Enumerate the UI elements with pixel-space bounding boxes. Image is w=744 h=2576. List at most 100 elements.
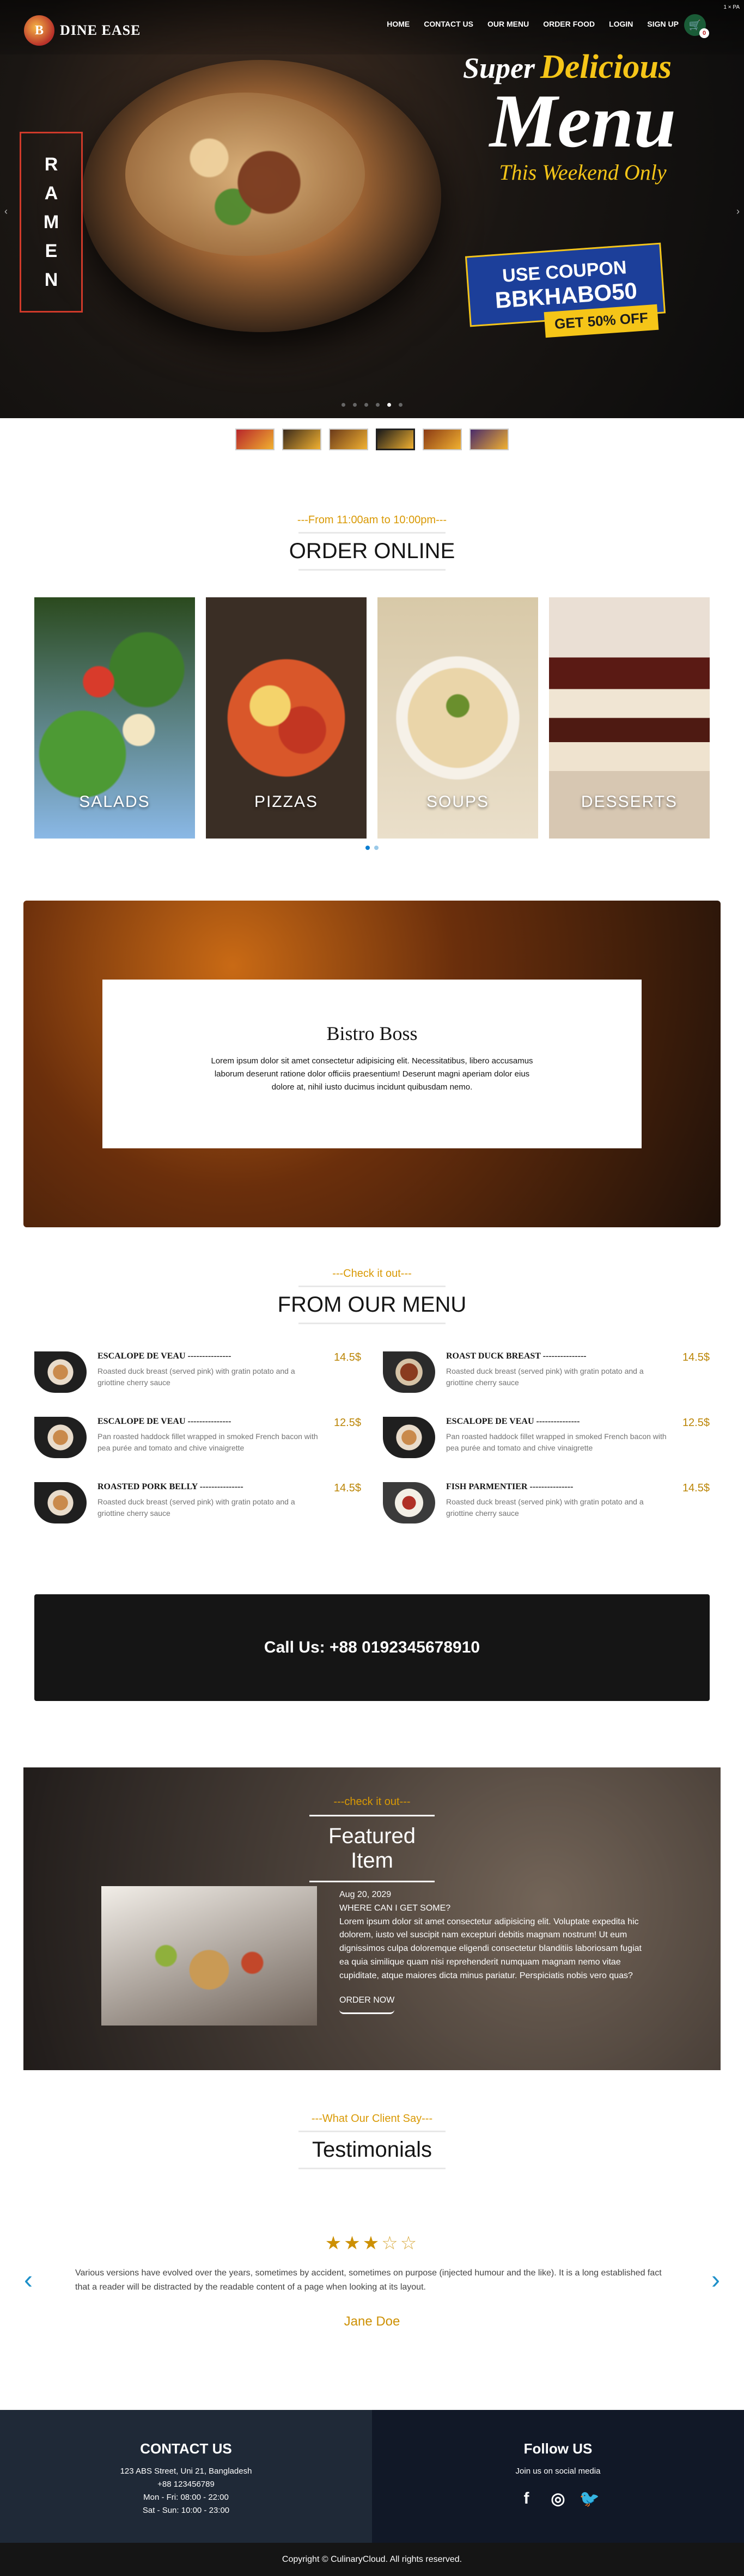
- featured-text: Aug 20, 2029 WHERE CAN I GET SOME? Lorem…: [339, 1888, 644, 2015]
- hero-thumbnail[interactable]: [376, 429, 415, 450]
- nav-link-login[interactable]: LOGIN: [609, 20, 633, 28]
- category-label: DESSERTS: [581, 793, 678, 811]
- testimonial-next-icon[interactable]: ›: [711, 2265, 720, 2295]
- menu-item[interactable]: ESCALOPE DE VEAU --------------- Pan roas…: [34, 1417, 361, 1460]
- menu-item[interactable]: FISH PARMENTIER --------------- Roasted d…: [383, 1482, 710, 1526]
- menu-item-body: ROASTED PORK BELLY --------------- Roaste…: [97, 1482, 323, 1526]
- star-empty-icon: ☆: [381, 2233, 400, 2254]
- testimonial-prev-icon[interactable]: ‹: [24, 2265, 33, 2295]
- menu-item-body: ESCALOPE DE VEAU --------------- Roasted …: [97, 1351, 323, 1395]
- testimonial-text: Various versions have evolved over the y…: [75, 2268, 662, 2292]
- footer-contact-title: CONTACT US: [140, 2440, 232, 2457]
- menu-item-name: ROAST DUCK BREAST ---------------: [446, 1351, 587, 1361]
- order-now-button[interactable]: ORDER NOW: [339, 1994, 395, 2015]
- social-links: f ◎ 🐦: [372, 2488, 744, 2510]
- divider: [298, 2168, 446, 2169]
- menu-item-image: [383, 1482, 435, 1523]
- menu-item[interactable]: ROASTED PORK BELLY --------------- Roaste…: [34, 1482, 361, 1526]
- hero-prev-icon[interactable]: ‹: [4, 206, 8, 217]
- menu-item-description: Roasted duck breast (served pink) with g…: [446, 1367, 644, 1387]
- carousel-dot[interactable]: [374, 846, 379, 850]
- hero-thumbnails: [0, 429, 744, 450]
- divider: [298, 2131, 446, 2132]
- footer-contact-lines: 123 ABS Street, Uni 21, Bangladesh +88 12…: [0, 2465, 372, 2517]
- divider: [298, 1286, 446, 1287]
- call-us-banner[interactable]: Call Us: +88 0192345678910: [34, 1594, 710, 1701]
- carousel-dot[interactable]: [365, 846, 370, 850]
- star-filled-icon: ★: [362, 2233, 382, 2254]
- testimonials-title: Testimonials: [312, 2138, 432, 2162]
- instagram-icon[interactable]: ◎: [547, 2488, 569, 2510]
- menu-item-price: 14.5$: [682, 1482, 710, 1494]
- menu-heading: ---Check it out--- FROM OUR MENU: [0, 1268, 744, 1330]
- featured-image: [101, 1886, 317, 2026]
- hero-next-icon[interactable]: ›: [736, 206, 740, 217]
- category-card-soups[interactable]: SOUPS: [377, 597, 538, 839]
- category-card-pizzas[interactable]: PIZZAS: [206, 597, 367, 839]
- divider: [298, 569, 446, 571]
- nav-link-contact-us[interactable]: CONTACT US: [424, 20, 473, 28]
- menu-list: ESCALOPE DE VEAU --------------- Roasted …: [34, 1351, 710, 1526]
- footer-contact-line: Mon - Fri: 08:00 - 22:00: [143, 2493, 229, 2502]
- brand[interactable]: B DINE EASE: [24, 15, 141, 46]
- footer-follow-title: Follow US: [523, 2440, 593, 2457]
- promo-weekend: This Weekend Only: [499, 160, 667, 185]
- order-online-subtitle: ---From 11:00am to 10:00pm---: [297, 514, 447, 526]
- hero-thumbnail[interactable]: [235, 429, 275, 450]
- cart-count: 0: [699, 28, 709, 38]
- menu-item-price: 12.5$: [682, 1417, 710, 1429]
- menu-item-image: [34, 1417, 87, 1458]
- menu-item-price: 14.5$: [333, 1351, 361, 1363]
- order-online-heading: ---From 11:00am to 10:00pm--- ORDER ONLI…: [0, 514, 744, 576]
- facebook-icon[interactable]: f: [516, 2488, 538, 2510]
- menu-item-image: [34, 1351, 87, 1393]
- hero-dot[interactable]: [341, 403, 345, 407]
- hero-dot[interactable]: [387, 403, 391, 407]
- category-card-desserts[interactable]: DESSERTS: [549, 597, 710, 839]
- star-empty-icon: ☆: [400, 2233, 419, 2254]
- twitter-icon[interactable]: 🐦: [579, 2488, 601, 2510]
- menu-item-name: ESCALOPE DE VEAU ---------------: [97, 1417, 231, 1426]
- nav-link-our-menu[interactable]: OUR MENU: [487, 20, 529, 28]
- hero-thumbnail[interactable]: [282, 429, 321, 450]
- menu-item-description: Roasted duck breast (served pink) with g…: [97, 1367, 295, 1387]
- hero-dots: [0, 403, 744, 407]
- promo-text: Super Delicious Menu This Weekend Only: [463, 48, 703, 185]
- category-carousel: SALADS PIZZAS SOUPS DESSERTS: [34, 597, 710, 839]
- ramen-toppings-image: [125, 93, 365, 256]
- hero-dot[interactable]: [399, 403, 403, 407]
- category-label: SOUPS: [426, 793, 490, 811]
- menu-item[interactable]: ESCALOPE DE VEAU --------------- Roasted …: [34, 1351, 361, 1395]
- menu-item[interactable]: ROAST DUCK BREAST --------------- Roasted…: [383, 1351, 710, 1395]
- hero-dot[interactable]: [353, 403, 357, 407]
- featured-heading: ---check it out--- Featured Item: [23, 1796, 721, 1882]
- nav-link-home[interactable]: HOME: [387, 20, 410, 28]
- star-filled-icon: ★: [344, 2233, 363, 2254]
- featured-subtitle: ---check it out---: [333, 1796, 411, 1808]
- nav-link-order-food[interactable]: ORDER FOOD: [543, 20, 595, 28]
- menu-item-body: ESCALOPE DE VEAU --------------- Pan roas…: [446, 1417, 672, 1460]
- hero-thumbnail[interactable]: [469, 429, 509, 450]
- menu-item-price: 12.5$: [333, 1417, 361, 1429]
- hero-dot[interactable]: [364, 403, 368, 407]
- hero-dot[interactable]: [376, 403, 380, 407]
- ramen-letter: E: [45, 240, 58, 261]
- hero-thumbnail[interactable]: [423, 429, 462, 450]
- featured-question: WHERE CAN I GET SOME?: [339, 1903, 451, 1913]
- category-card-salads[interactable]: SALADS: [34, 597, 195, 839]
- menu-item[interactable]: ESCALOPE DE VEAU --------------- Pan roas…: [383, 1417, 710, 1460]
- nav-link-sign-up[interactable]: SIGN UP: [647, 20, 679, 28]
- menu-item-description: Roasted duck breast (served pink) with g…: [446, 1497, 644, 1518]
- menu-item-name: ROASTED PORK BELLY ---------------: [97, 1482, 243, 1491]
- menu-item-description: Roasted duck breast (served pink) with g…: [97, 1497, 295, 1518]
- cart-button[interactable]: 🛒 0: [684, 14, 709, 38]
- menu-item-name: ESCALOPE DE VEAU ---------------: [446, 1417, 580, 1426]
- hero-thumbnail[interactable]: [329, 429, 368, 450]
- star-filled-icon: ★: [325, 2233, 344, 2254]
- ramen-letter: A: [44, 182, 58, 204]
- menu-item-price: 14.5$: [333, 1482, 361, 1494]
- featured-section: ---check it out--- Featured Item Aug 20,…: [23, 1767, 721, 2070]
- menu-item-name: ESCALOPE DE VEAU ---------------: [97, 1351, 231, 1361]
- menu-item-price: 14.5$: [682, 1351, 710, 1363]
- menu-subtitle: ---Check it out---: [332, 1268, 412, 1280]
